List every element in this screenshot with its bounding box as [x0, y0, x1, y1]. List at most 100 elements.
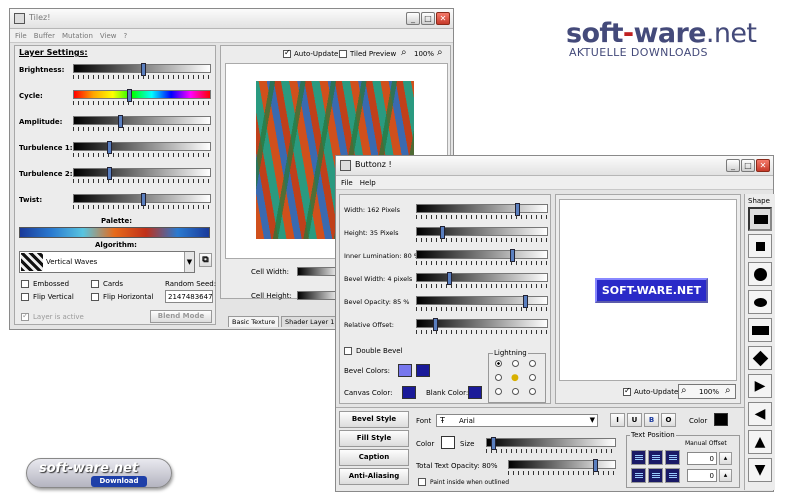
cards-checkbox[interactable] — [91, 280, 99, 288]
shape-wide-rect[interactable] — [748, 318, 772, 342]
buttonz-slider-0[interactable] — [416, 203, 548, 216]
tilez-slider-3[interactable] — [73, 141, 211, 154]
text-style-button-1[interactable]: U — [627, 413, 642, 427]
zoom-in-icon[interactable]: ⌕ — [725, 385, 731, 396]
tab-basic-texture[interactable]: Basic Texture — [228, 316, 280, 327]
shape-arrow-left[interactable]: ◀ — [748, 402, 772, 426]
side-button-2[interactable]: Caption — [339, 449, 409, 466]
close-button[interactable]: ✕ — [436, 12, 450, 25]
slider-label: Brightness: — [19, 66, 65, 74]
zoom-in-icon[interactable]: ⌕ — [437, 47, 443, 58]
text-position-button[interactable] — [631, 468, 646, 483]
offset-y-spinner[interactable]: ▴ — [719, 469, 732, 482]
chevron-down-icon[interactable]: ▼ — [590, 416, 595, 424]
light-direction-radio[interactable] — [529, 374, 536, 381]
flip-vertical-checkbox[interactable] — [21, 293, 29, 301]
offset-x-spinner[interactable]: ▴ — [719, 452, 732, 465]
buttonz-slider-3[interactable] — [416, 272, 548, 285]
maximize-button[interactable]: □ — [741, 159, 755, 172]
shape-rect-selected[interactable] — [748, 207, 772, 231]
auto-update-checkbox[interactable] — [283, 48, 291, 58]
light-direction-radio[interactable] — [512, 388, 519, 395]
shape-arrow-down[interactable]: ▼ — [748, 458, 772, 482]
offset-y-input[interactable]: 0 — [687, 469, 717, 482]
shape-square[interactable] — [748, 234, 772, 258]
tilez-slider-2[interactable] — [73, 115, 211, 128]
light-direction-radio[interactable] — [529, 388, 536, 395]
tilez-slider-4[interactable] — [73, 167, 211, 180]
buttonz-slider-5[interactable] — [416, 318, 548, 331]
text-opacity-slider[interactable] — [508, 459, 616, 472]
light-direction-radio[interactable] — [495, 360, 502, 367]
minimize-button[interactable]: _ — [726, 159, 740, 172]
tilez-slider-5[interactable] — [73, 193, 211, 206]
menu-item-2[interactable]: Mutation — [62, 29, 93, 43]
algorithm-select[interactable]: Vertical Waves ▼ — [19, 251, 195, 273]
font-select[interactable]: Ŧ Arial ▼ — [436, 414, 598, 427]
text-style-button-0[interactable]: I — [610, 413, 625, 427]
menu-item-3[interactable]: View — [100, 29, 117, 43]
flip-horizontal-checkbox[interactable] — [91, 293, 99, 301]
layer-active-checkbox[interactable] — [21, 311, 29, 321]
text-style-button-2[interactable]: B — [644, 413, 659, 427]
shape-circle[interactable] — [748, 262, 772, 286]
blank-color-swatch[interactable] — [468, 386, 482, 399]
menu-item-1[interactable]: Help — [360, 176, 376, 190]
embossed-checkbox[interactable] — [21, 280, 29, 288]
text-position-button[interactable] — [648, 450, 663, 465]
light-direction-radio[interactable] — [495, 374, 502, 381]
light-direction-radio[interactable] — [512, 360, 519, 367]
tilez-titlebar[interactable]: Tilez! _ □ ✕ — [10, 9, 453, 29]
light-direction-radio[interactable] — [495, 388, 502, 395]
slider-ticks — [73, 75, 211, 79]
text-style-button-3[interactable]: O — [661, 413, 676, 427]
shape-arrow-right[interactable]: ▶ — [748, 374, 772, 398]
tilez-slider-0[interactable] — [73, 63, 211, 76]
buttonz-titlebar[interactable]: Buttonz ! _ □ ✕ — [336, 156, 773, 176]
bevel-color-2-swatch[interactable] — [416, 364, 430, 377]
random-seed-input[interactable]: 2147483647 — [165, 290, 213, 303]
text-position-button[interactable] — [665, 450, 680, 465]
tilez-slider-1[interactable] — [73, 89, 211, 102]
side-button-0[interactable]: Bevel Style — [339, 411, 409, 428]
align-lines-icon — [635, 475, 643, 476]
size-slider[interactable] — [486, 437, 616, 450]
buttonz-slider-4[interactable] — [416, 295, 548, 308]
paint-inside-checkbox[interactable] — [418, 478, 426, 486]
text-position-button[interactable] — [631, 450, 646, 465]
tiled-preview-checkbox[interactable] — [339, 50, 347, 58]
shape-diamond[interactable] — [748, 346, 772, 370]
text-position-button[interactable] — [648, 468, 663, 483]
side-button-3[interactable]: Anti-Aliasing — [339, 468, 409, 485]
menu-item-0[interactable]: File — [341, 176, 353, 190]
open-folder-button[interactable]: ⧉ — [199, 253, 212, 267]
chevron-down-icon[interactable]: ▼ — [184, 252, 194, 272]
bevel-color-1-swatch[interactable] — [398, 364, 412, 377]
shape-ellipse[interactable] — [748, 290, 772, 314]
zoom-out-icon[interactable]: ⌕ — [401, 47, 407, 58]
caption-color-swatch[interactable] — [441, 436, 455, 449]
maximize-button[interactable]: □ — [421, 12, 435, 25]
zoom-out-icon[interactable]: ⌕ — [681, 385, 687, 396]
double-bevel-checkbox[interactable] — [344, 347, 352, 355]
text-color-swatch[interactable] — [714, 413, 728, 426]
blend-mode-button[interactable]: Blend Mode — [150, 310, 212, 323]
menu-item-4[interactable]: ? — [124, 29, 128, 43]
shape-arrow-up[interactable]: ▲ — [748, 430, 772, 454]
text-position-button[interactable] — [665, 468, 680, 483]
offset-x-input[interactable]: 0 — [687, 452, 717, 465]
side-button-1[interactable]: Fill Style — [339, 430, 409, 447]
light-direction-radio[interactable] — [529, 360, 536, 367]
canvas-color-swatch[interactable] — [402, 386, 416, 399]
close-button[interactable]: ✕ — [756, 159, 770, 172]
palette-bar[interactable] — [19, 227, 210, 238]
buttonz-slider-1[interactable] — [416, 226, 548, 239]
text-position-label: Text Position — [630, 431, 676, 439]
auto-update-checkbox[interactable] — [623, 386, 631, 396]
preview-button[interactable]: SOFT-WARE.NET — [595, 278, 708, 303]
tab-shader-layer[interactable]: Shader Layer 1 — [281, 316, 337, 327]
minimize-button[interactable]: _ — [406, 12, 420, 25]
menu-item-1[interactable]: Buffer — [34, 29, 55, 43]
menu-item-0[interactable]: File — [15, 29, 27, 43]
buttonz-slider-2[interactable] — [416, 249, 548, 262]
